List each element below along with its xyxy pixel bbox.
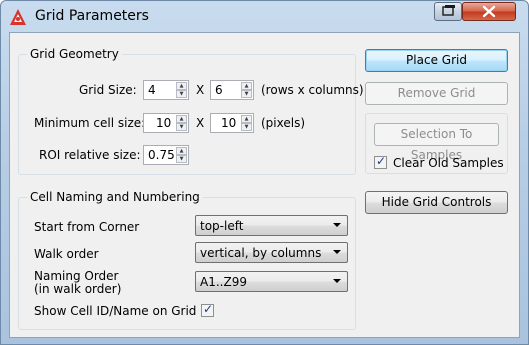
- grid-size-x-label: X: [196, 83, 205, 97]
- min-width-arrows[interactable]: ▲ ▼: [176, 115, 187, 131]
- start-corner-value: top-left: [200, 219, 244, 233]
- roi-spinner[interactable]: 0.75 ▲ ▼: [143, 145, 189, 165]
- spin-up-icon[interactable]: ▲: [241, 115, 252, 123]
- grid-geometry-group: Grid Geometry Grid Size: 4 ▲ ▼ X 6 ▲ ▼ (…: [18, 47, 364, 175]
- checkmark-icon: ✓: [203, 302, 214, 316]
- walk-order-value: vertical, by columns: [200, 246, 322, 260]
- show-cell-id-checkbox[interactable]: ✓: [201, 302, 214, 317]
- naming-order-value: A1..Z99: [200, 275, 247, 289]
- spin-down-icon[interactable]: ▼: [176, 155, 187, 163]
- min-width-spinner[interactable]: 10 ▲ ▼: [143, 113, 189, 133]
- start-corner-select[interactable]: top-left: [195, 215, 348, 236]
- min-cell-unit: (pixels): [261, 116, 306, 130]
- min-height-arrows[interactable]: ▲ ▼: [241, 115, 252, 131]
- columns-spinner[interactable]: 6 ▲ ▼: [210, 80, 254, 100]
- restore-window-button[interactable]: [434, 2, 462, 21]
- remove-grid-button[interactable]: Remove Grid: [365, 82, 508, 105]
- clear-old-samples-label: Clear Old Samples: [393, 156, 504, 170]
- spin-up-icon[interactable]: ▲: [241, 82, 252, 90]
- rows-spinner-arrows[interactable]: ▲ ▼: [176, 82, 187, 98]
- chevron-down-icon: [333, 279, 341, 283]
- roi-arrows[interactable]: ▲ ▼: [176, 147, 187, 163]
- clear-old-samples-checkbox[interactable]: ✓: [374, 154, 387, 169]
- chevron-down-icon: [333, 223, 341, 227]
- checkmark-icon: ✓: [376, 154, 387, 168]
- dialog-client-area: Grid Geometry Grid Size: 4 ▲ ▼ X 6 ▲ ▼ (…: [9, 32, 520, 338]
- restore-window-icon: [442, 5, 455, 16]
- min-height-value: 10: [221, 116, 237, 130]
- min-cell-x-label: X: [196, 116, 205, 130]
- grid-size-unit: (rows x columns): [261, 83, 364, 97]
- roi-label: ROI relative size:: [39, 148, 141, 162]
- rows-value: 4: [148, 83, 156, 97]
- cell-naming-group: Cell Naming and Numbering Start from Cor…: [18, 190, 356, 330]
- spin-up-icon[interactable]: ▲: [176, 115, 187, 123]
- columns-value: 6: [215, 83, 223, 97]
- naming-order-sublabel: (in walk order): [34, 282, 122, 296]
- chevron-down-icon: [333, 250, 341, 254]
- selection-to-samples-button[interactable]: Selection To Samples: [374, 123, 499, 162]
- samples-panel: Selection To Samples ✓ Clear Old Samples: [365, 113, 508, 174]
- close-icon: [482, 5, 496, 18]
- min-cell-label: Minimum cell size:: [34, 116, 146, 130]
- spin-up-icon[interactable]: ▲: [176, 147, 187, 155]
- title-bar[interactable]: Grid Parameters: [1, 1, 528, 31]
- spin-down-icon[interactable]: ▼: [176, 123, 187, 131]
- min-width-value: 10: [156, 116, 172, 130]
- naming-order-label: Naming Order: [34, 269, 119, 283]
- dialog-window: Grid Parameters Grid Geometry Grid Size:…: [0, 0, 529, 345]
- grid-geometry-title: Grid Geometry: [27, 47, 122, 61]
- naming-order-select[interactable]: A1..Z99: [195, 271, 348, 292]
- rows-spinner[interactable]: 4 ▲ ▼: [143, 80, 189, 100]
- grid-size-label: Grid Size:: [79, 83, 137, 97]
- cell-naming-title: Cell Naming and Numbering: [27, 190, 203, 204]
- walk-order-select[interactable]: vertical, by columns: [195, 242, 348, 263]
- window-title: Grid Parameters: [35, 8, 149, 24]
- close-button[interactable]: [462, 2, 516, 21]
- spin-up-icon[interactable]: ▲: [176, 82, 187, 90]
- hide-grid-controls-button[interactable]: Hide Grid Controls: [365, 191, 508, 214]
- start-corner-label: Start from Corner: [34, 220, 140, 234]
- app-logo-icon: [10, 9, 26, 25]
- min-height-spinner[interactable]: 10 ▲ ▼: [210, 113, 254, 133]
- spin-down-icon[interactable]: ▼: [241, 90, 252, 98]
- place-grid-button[interactable]: Place Grid: [365, 49, 508, 72]
- show-cell-id-label: Show Cell ID/Name on Grid: [34, 304, 197, 318]
- roi-value: 0.75: [148, 148, 175, 162]
- spin-down-icon[interactable]: ▼: [241, 123, 252, 131]
- columns-spinner-arrows[interactable]: ▲ ▼: [241, 82, 252, 98]
- walk-order-label: Walk order: [34, 247, 99, 261]
- spin-down-icon[interactable]: ▼: [176, 90, 187, 98]
